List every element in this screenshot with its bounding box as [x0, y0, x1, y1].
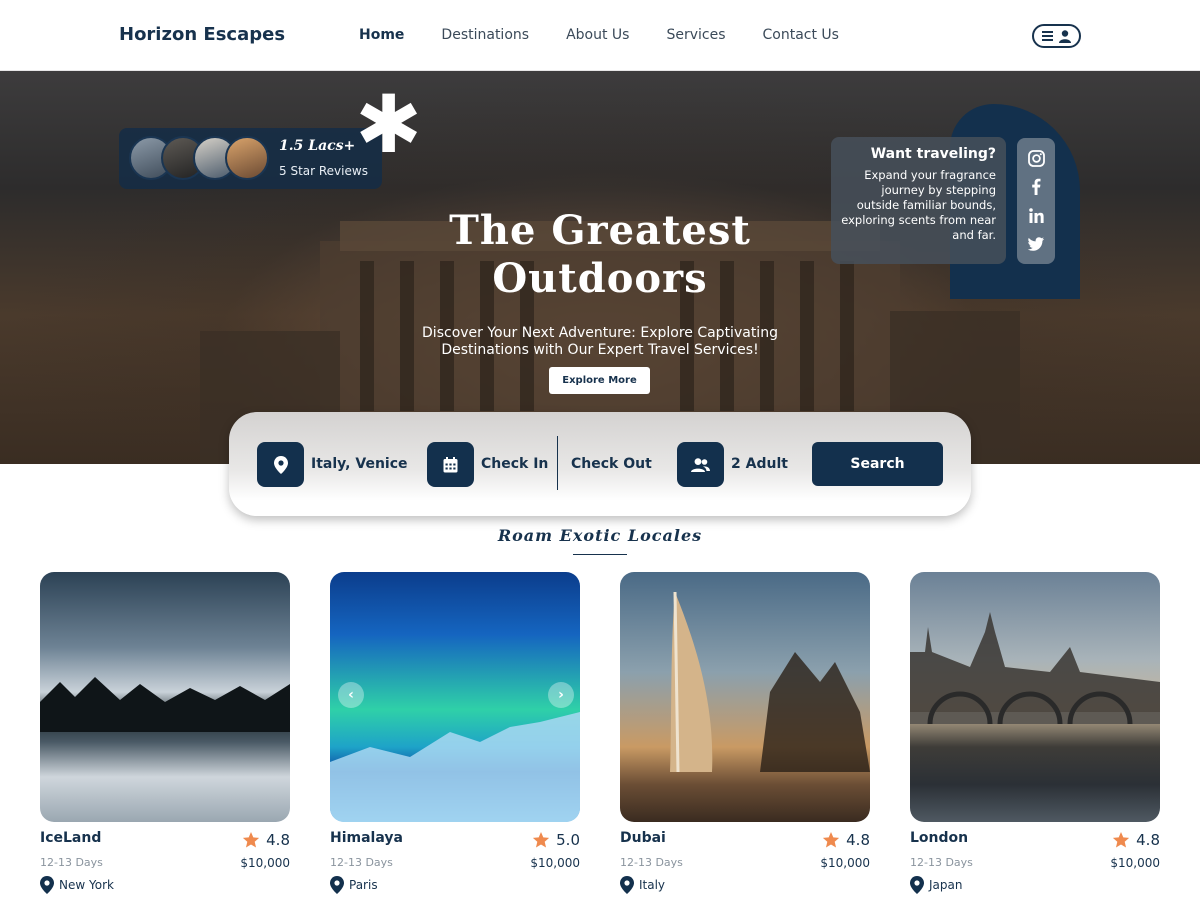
location-pin-icon	[910, 876, 924, 894]
search-button[interactable]: Search	[812, 442, 943, 486]
calendar-icon-box[interactable]	[427, 442, 474, 487]
reviews-count: 1.5 Lacs+	[279, 138, 356, 154]
asterisk-icon: ✱	[355, 78, 423, 171]
reviewer-avatars	[129, 136, 279, 180]
destination-price: $10,000	[820, 856, 870, 870]
destination-name: IceLand	[40, 830, 102, 846]
instagram-icon[interactable]	[1026, 148, 1046, 168]
destination-photo	[910, 572, 1160, 822]
hero-subtitle: Discover Your Next Adventure: Explore Ca…	[422, 325, 778, 358]
check-in-field[interactable]: Check In	[481, 456, 548, 472]
location-pin-icon	[40, 876, 54, 894]
destination-rating: 4.8	[822, 831, 870, 849]
destination-price: $10,000	[240, 856, 290, 870]
destination-location: New York	[40, 876, 114, 894]
hero-banner: 1.5 Lacs+ 5 Star Reviews ✱ The Greatest …	[0, 71, 1200, 464]
destination-rating: 4.8	[1112, 831, 1160, 849]
star-icon	[1113, 831, 1130, 848]
user-icon	[1059, 29, 1071, 43]
brand-logo[interactable]: Horizon Escapes	[119, 24, 285, 45]
location-pin-icon	[620, 876, 634, 894]
destination-location: Italy	[620, 876, 665, 894]
guests-field[interactable]: 2 Adult	[731, 456, 788, 472]
carousel-next-button[interactable]: ›	[548, 682, 574, 708]
destination-name: Himalaya	[330, 830, 403, 846]
main-nav: Home Destinations About Us Services Cont…	[359, 27, 839, 43]
users-icon	[691, 457, 710, 472]
destination-location: Paris	[330, 876, 378, 894]
location-label: Japan	[929, 878, 963, 892]
promo-card: Want traveling? Expand your fragrance jo…	[831, 137, 1006, 264]
calendar-icon	[443, 456, 458, 472]
section-title: Roam Exotic Locales	[497, 526, 703, 545]
nav-destinations[interactable]: Destinations	[441, 27, 529, 43]
destination-name: London	[910, 830, 969, 846]
rating-value: 4.8	[1136, 831, 1160, 849]
location-label: Italy	[639, 878, 666, 892]
destination-card-dubai[interactable]: Dubai 4.8 12-13 Days $10,000 Italy	[620, 572, 870, 900]
promo-title: Want traveling?	[870, 146, 996, 162]
nav-contact-us[interactable]: Contact Us	[763, 27, 839, 43]
destination-duration: 12-13 Days	[910, 856, 973, 869]
destination-rating: 4.8	[242, 831, 290, 849]
destination-duration: 12-13 Days	[620, 856, 683, 869]
destination-card-iceland[interactable]: IceLand 4.8 12-13 Days $10,000 New York	[40, 572, 290, 900]
destination-rating: 5.0	[532, 831, 580, 849]
star-icon	[823, 831, 840, 848]
guests-icon-box[interactable]	[677, 442, 724, 487]
destination-photo	[330, 572, 580, 822]
destination-price: $10,000	[1110, 856, 1160, 870]
destination-price: $10,000	[530, 856, 580, 870]
nav-home[interactable]: Home	[359, 27, 404, 43]
location-label: New York	[59, 878, 114, 892]
avatar	[225, 136, 269, 180]
destination-name: Dubai	[620, 830, 666, 846]
reviews-badge: 1.5 Lacs+ 5 Star Reviews	[119, 128, 382, 189]
linkedin-icon[interactable]	[1026, 205, 1046, 225]
site-header: Horizon Escapes Home Destinations About …	[0, 0, 1200, 71]
star-icon	[243, 831, 260, 848]
section-underline	[573, 554, 627, 555]
location-icon-box[interactable]	[257, 442, 304, 487]
destination-duration: 12-13 Days	[40, 856, 103, 869]
twitter-icon[interactable]	[1026, 234, 1046, 254]
destination-card-himalaya[interactable]: ‹ › Himalaya 5.0 12-13 Days $10,000 Pari…	[330, 572, 580, 900]
destination-location: Japan	[910, 876, 962, 894]
star-icon	[533, 831, 550, 848]
field-divider	[557, 436, 558, 490]
location-pin-icon	[273, 455, 288, 474]
rating-value: 4.8	[846, 831, 870, 849]
explore-more-button[interactable]: Explore More	[549, 367, 650, 394]
social-links	[1017, 138, 1055, 264]
location-field[interactable]: Italy, Venice	[311, 456, 408, 472]
user-menu-button[interactable]	[1032, 24, 1081, 48]
check-out-field[interactable]: Check Out	[571, 456, 652, 472]
nav-services[interactable]: Services	[666, 27, 725, 43]
nav-about-us[interactable]: About Us	[566, 27, 629, 43]
rating-value: 4.8	[266, 831, 290, 849]
destination-photo	[40, 572, 290, 822]
rating-value: 5.0	[556, 831, 580, 849]
destination-photo	[620, 572, 870, 822]
destination-card-london[interactable]: London 4.8 12-13 Days $10,000 Japan	[910, 572, 1160, 900]
facebook-icon[interactable]	[1026, 177, 1046, 197]
destination-duration: 12-13 Days	[330, 856, 393, 869]
hamburger-icon	[1042, 31, 1053, 41]
search-bar: Italy, Venice Check In Check Out 2 Adult…	[229, 412, 971, 516]
location-label: Paris	[349, 878, 378, 892]
carousel-prev-button[interactable]: ‹	[338, 682, 364, 708]
promo-text: Expand your fragrance journey by steppin…	[841, 168, 996, 242]
location-pin-icon	[330, 876, 344, 894]
